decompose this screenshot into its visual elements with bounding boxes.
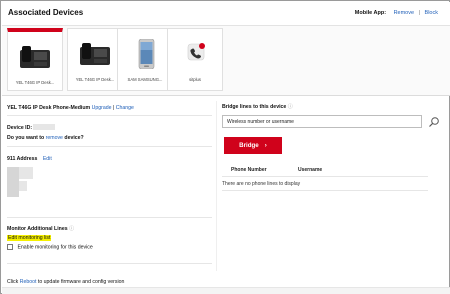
edit-monitoring-row: Edit monitoring list [7, 235, 52, 241]
device-carousel: YEL T46G IP Desk... YEL T46G IP Desk... [2, 26, 450, 96]
monitor-heading: Monitor Additional Lines [7, 226, 68, 232]
panel-header: Associated Devices Mobile App: Remove | … [2, 2, 450, 26]
mobile-app-remove-link[interactable]: Remove [394, 10, 414, 16]
address-redacted [7, 167, 19, 197]
device-card-2[interactable]: YEL T46G IP Desk... [67, 28, 123, 91]
search-icon[interactable] [428, 116, 440, 128]
device-card-4[interactable]: sitplus [167, 28, 223, 91]
divider [7, 115, 212, 116]
device-card-caption: sitplus [189, 77, 201, 82]
divider [7, 263, 212, 264]
device-card-caption: YEL T46G IP Desk... [15, 80, 55, 85]
mobile-app-label: Mobile App: [354, 10, 387, 16]
model-pipe: | [112, 105, 115, 111]
device-card-caption: YEL T46G IP Desk... [75, 77, 115, 82]
mobile-app-separator: | [418, 10, 421, 16]
bridge-button-label: Bridge [239, 142, 259, 149]
divider [222, 176, 428, 177]
device-id-value-redacted [33, 124, 55, 130]
bridge-search-input[interactable]: Wireless number or username [222, 115, 422, 128]
desk-phone-icon [16, 42, 56, 72]
bridge-heading: Bridge lines to this device [222, 104, 287, 110]
reboot-row: Click Reboot to update firmware and conf… [7, 279, 124, 285]
device-card-1[interactable]: YEL T46G IP Desk... [7, 28, 63, 91]
column-divider [216, 101, 217, 271]
device-id-row: Device ID: [7, 125, 32, 131]
enable-monitoring-row: Enable monitoring for this device [7, 244, 93, 250]
page-title: Associated Devices [8, 8, 84, 17]
username-column-header: Username [298, 167, 323, 173]
address-row: 911 Address Edit [7, 156, 52, 162]
chevron-right-icon: › [264, 142, 267, 149]
mobile-app-controls: Mobile App: Remove | Block [355, 10, 438, 16]
app-icon [176, 39, 216, 69]
edit-monitoring-link[interactable]: Edit monitoring list [7, 235, 52, 241]
device-card-3[interactable]: SAM SAMSUNG... [117, 28, 173, 91]
desk-phone-icon [76, 39, 116, 69]
change-link[interactable]: Change [116, 105, 134, 111]
reboot-prefix: Click [7, 279, 19, 285]
smartphone-icon [126, 38, 166, 70]
enable-monitoring-checkbox[interactable] [7, 244, 13, 250]
bridge-heading-row: Bridge lines to this device ⓘ [222, 103, 293, 110]
address-edit-link[interactable]: Edit [43, 156, 52, 162]
remove-device-link[interactable]: remove [46, 135, 63, 141]
remove-device-row: Do you want to remove device? [7, 135, 84, 141]
empty-state-text: There are no phone lines to display [222, 181, 301, 187]
address-redacted [19, 167, 33, 179]
divider [222, 190, 428, 191]
reboot-link[interactable]: Reboot [20, 279, 37, 285]
monitor-heading-row: Monitor Additional Lines ⓘ [7, 225, 74, 232]
device-model-text: YEL T46G IP Desk Phone-Medium [7, 105, 91, 111]
reboot-suffix: to update firmware and config version [37, 279, 125, 285]
address-label: 911 Address [7, 156, 38, 162]
device-model-row: YEL T46G IP Desk Phone-Medium Upgrade | … [7, 105, 134, 111]
mobile-app-block-link[interactable]: Block [425, 10, 438, 16]
divider [7, 146, 212, 147]
remove-question-prefix: Do you want to [7, 135, 45, 141]
device-id-label: Device ID: [7, 125, 33, 131]
phone-number-column-header: Phone Number [231, 167, 267, 173]
divider [7, 217, 212, 218]
associated-devices-panel: Associated Devices Mobile App: Remove | … [0, 0, 450, 294]
enable-monitoring-label: Enable monitoring for this device [17, 244, 93, 251]
help-icon[interactable]: ⓘ [69, 226, 74, 232]
panel-footer [2, 287, 450, 294]
upgrade-link[interactable]: Upgrade [92, 105, 112, 111]
bridge-button[interactable]: Bridge › [224, 137, 282, 154]
remove-question-suffix: device? [64, 135, 84, 141]
address-redacted [19, 181, 27, 191]
help-icon[interactable]: ⓘ [288, 104, 293, 110]
device-card-caption: SAM SAMSUNG... [127, 77, 163, 82]
